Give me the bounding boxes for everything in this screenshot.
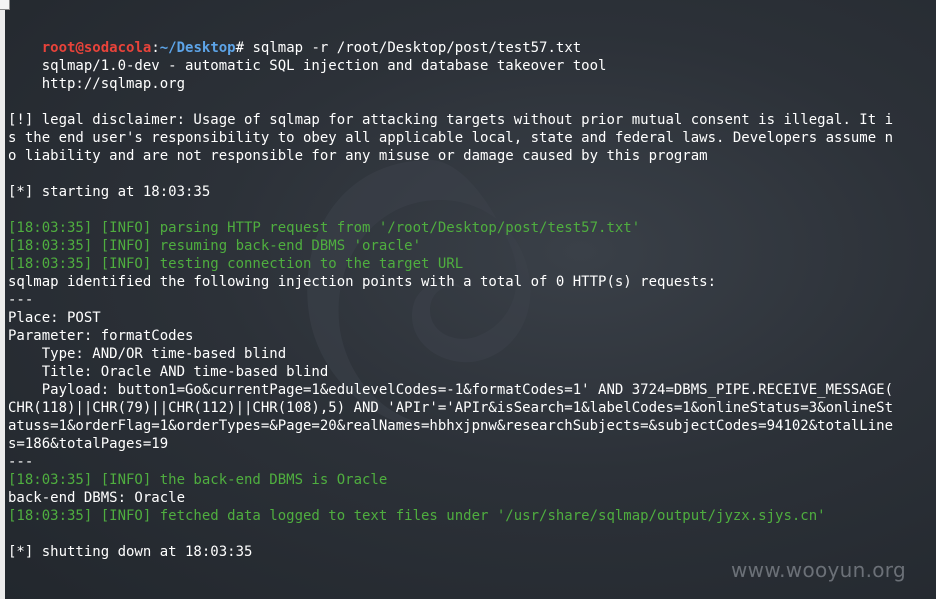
- watermark-text: www.wooyun.org: [731, 558, 906, 582]
- output-line: ---: [8, 292, 34, 308]
- output-line: s the end user's responsibility to obey …: [8, 130, 894, 146]
- command-text: sqlmap -r /root/Desktop/post/test57.txt: [244, 40, 582, 56]
- output-line: [*] shutting down at 18:03:35: [8, 544, 253, 560]
- output-line: [*] starting at 18:03:35: [8, 184, 211, 200]
- output-line: Parameter: formatCodes: [8, 328, 194, 344]
- output-line: [18:03:35] [INFO] fetched data logged to…: [8, 508, 826, 524]
- prompt-host: sodacola: [83, 40, 152, 56]
- output-line: sqlmap identified the following injectio…: [8, 274, 717, 290]
- output-line: o liability and are not responsible for …: [8, 148, 708, 164]
- output-line: Type: AND/OR time-based blind: [8, 346, 287, 362]
- output-line: [!] legal disclaimer: Usage of sqlmap fo…: [8, 112, 894, 128]
- prompt-line-top: root@sodacola:~/Desktop# sqlmap -r /root…: [8, 21, 581, 56]
- window-left-border: [0, 0, 5, 599]
- output-line: CHR(118)||CHR(79)||CHR(112)||CHR(108),5)…: [8, 400, 894, 416]
- prompt-symbol: #: [235, 40, 245, 56]
- prompt-user: root: [41, 40, 76, 56]
- terminal-window[interactable]: root@sodacola:~/Desktop# sqlmap -r /root…: [0, 0, 936, 599]
- output-line: atuss=1&orderFlag=1&orderTypes=&Page=20&…: [8, 418, 894, 434]
- output-line: Title: Oracle AND time-based blind: [8, 364, 329, 380]
- output-line: back-end DBMS: Oracle: [8, 490, 186, 506]
- output-line: Place: POST: [8, 310, 101, 326]
- prompt-at: @: [75, 40, 84, 56]
- output-line: http://sqlmap.org: [8, 76, 186, 92]
- output-line: s=186&totalPages=19: [8, 436, 169, 452]
- prompt-line-bottom[interactable]: root@sodacola:~/Desktop#: [8, 579, 244, 599]
- output-line: sqlmap/1.0-dev - automatic SQL injection…: [8, 58, 607, 74]
- prompt-path: ~/Desktop: [159, 40, 236, 56]
- output-line: [18:03:35] [INFO] parsing HTTP request f…: [8, 220, 641, 236]
- output-line: [18:03:35] [INFO] resuming back-end DBMS…: [8, 238, 422, 254]
- output-line: ---: [8, 454, 34, 470]
- prompt-colon: :: [151, 40, 160, 56]
- output-line: [18:03:35] [INFO] the back-end DBMS is O…: [8, 472, 388, 488]
- window-corner: [0, 0, 10, 10]
- output-line: [18:03:35] [INFO] testing connection to …: [8, 256, 464, 272]
- output-line: Payload: button1=Go&currentPage=1&edulev…: [8, 382, 894, 398]
